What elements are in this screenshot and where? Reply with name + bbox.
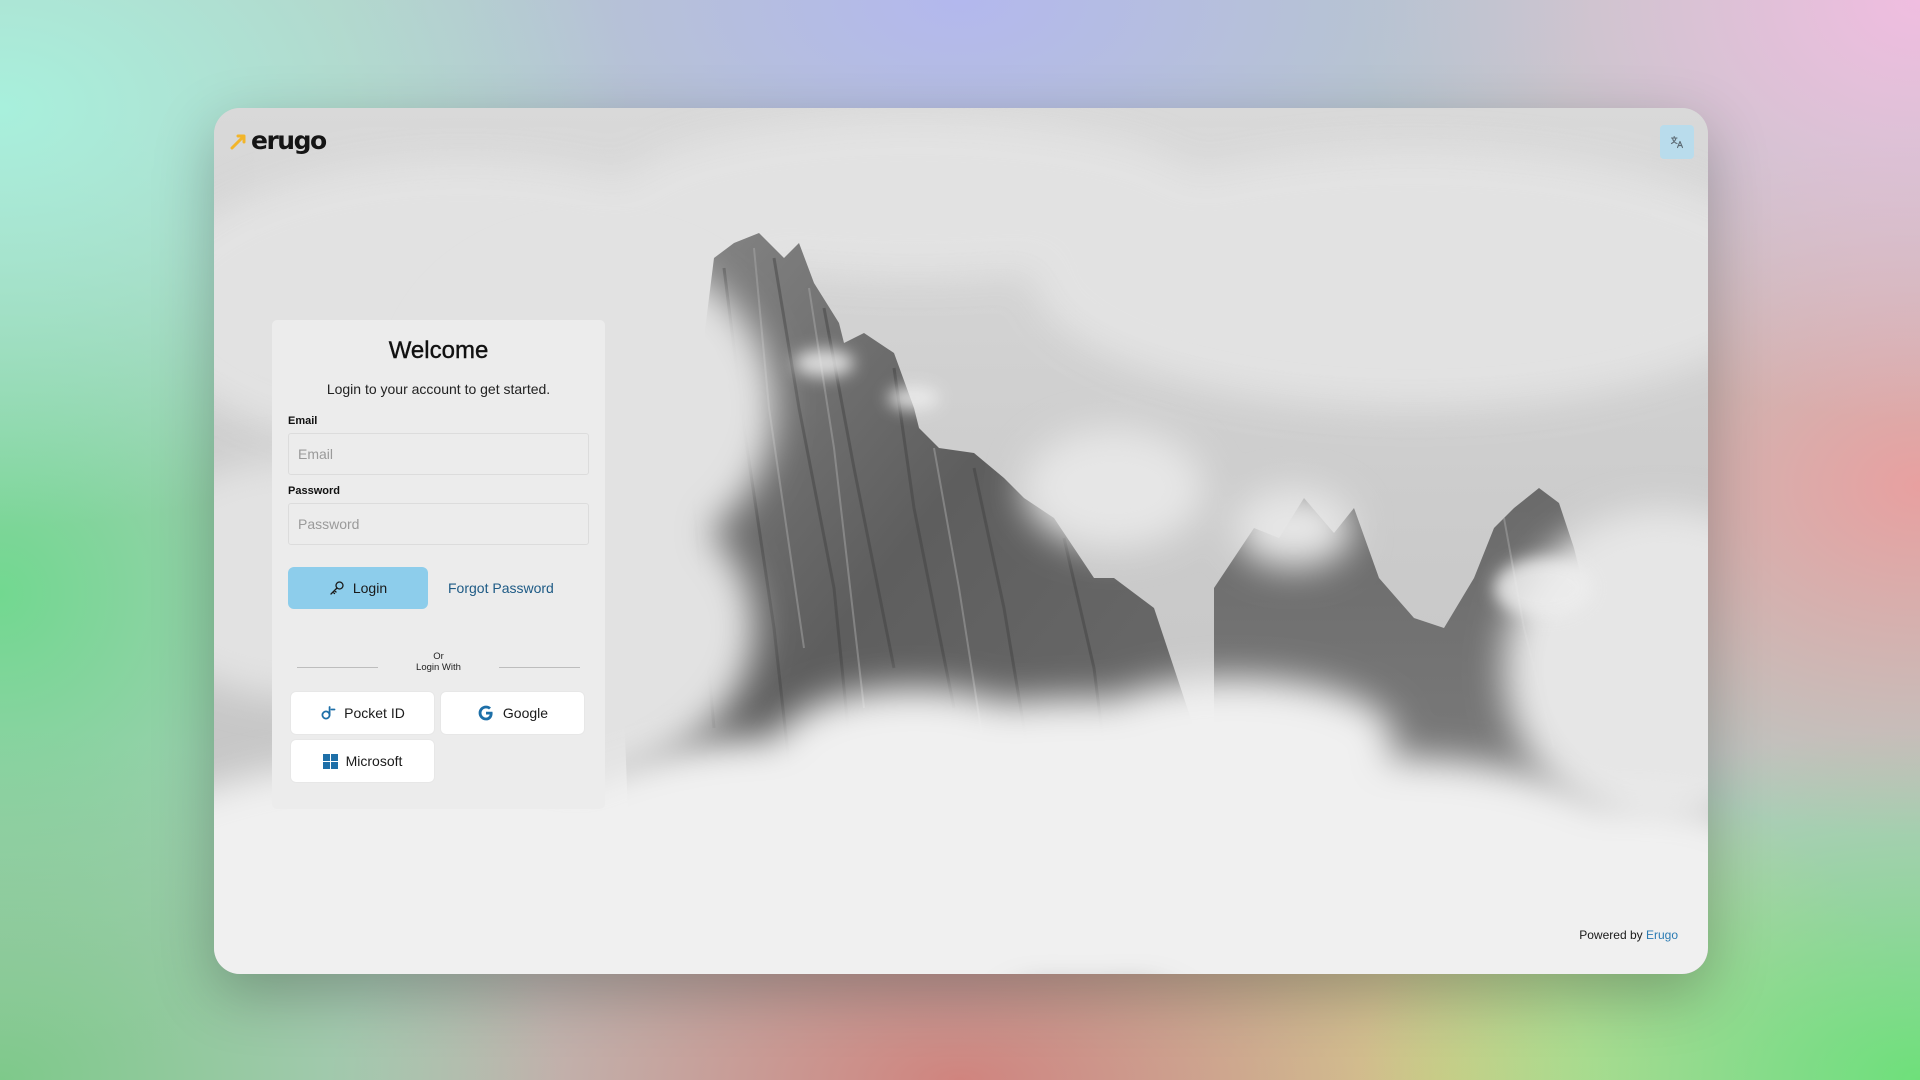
login-button[interactable]: Login bbox=[288, 567, 428, 609]
erugo-link[interactable]: Erugo bbox=[1646, 928, 1678, 942]
microsoft-label: Microsoft bbox=[345, 753, 403, 769]
google-icon bbox=[478, 705, 493, 721]
erugo-logo-mark-icon bbox=[230, 134, 246, 149]
pocket-id-label: Pocket ID bbox=[344, 705, 405, 721]
forgot-password-link[interactable]: Forgot Password bbox=[448, 580, 554, 596]
divider-text: Or Login With bbox=[416, 651, 461, 673]
login-button-label: Login bbox=[352, 580, 388, 596]
powered-by-text: Powered by bbox=[1579, 928, 1643, 942]
app-window: erugo Welcome Login to your account to g… bbox=[214, 108, 1708, 974]
divider-line-left bbox=[297, 666, 378, 668]
erugo-logo-text: erugo bbox=[251, 126, 327, 155]
password-field[interactable] bbox=[288, 503, 589, 545]
erugo-logo: erugo bbox=[230, 126, 327, 155]
password-label: Password bbox=[288, 485, 340, 497]
microsoft-button[interactable]: Microsoft bbox=[291, 740, 434, 782]
divider-text-login-with: Login With bbox=[416, 662, 461, 673]
email-field[interactable] bbox=[288, 433, 589, 475]
pocket-id-button[interactable]: Pocket ID bbox=[291, 692, 434, 734]
powered-by-footer: Powered by Erugo bbox=[1579, 928, 1678, 942]
divider-text-or: Or bbox=[433, 651, 444, 662]
microsoft-icon bbox=[322, 753, 338, 769]
google-label: Google bbox=[502, 705, 549, 721]
sso-buttons: Pocket ID Google Microsoft bbox=[288, 692, 589, 782]
divider-line-right bbox=[498, 666, 580, 668]
key-icon bbox=[330, 581, 344, 595]
translate-icon bbox=[1670, 135, 1684, 149]
login-actions-row: Login Forgot Password bbox=[288, 567, 589, 609]
sso-divider: Or Login With bbox=[288, 651, 589, 673]
pocket-id-icon bbox=[321, 706, 336, 720]
login-card: Welcome Login to your account to get sta… bbox=[272, 320, 605, 809]
login-subtitle: Login to your account to get started. bbox=[326, 381, 551, 397]
google-button[interactable]: Google bbox=[441, 692, 584, 734]
welcome-title: Welcome bbox=[388, 337, 489, 364]
language-button[interactable] bbox=[1660, 125, 1694, 159]
email-label: Email bbox=[288, 415, 318, 427]
